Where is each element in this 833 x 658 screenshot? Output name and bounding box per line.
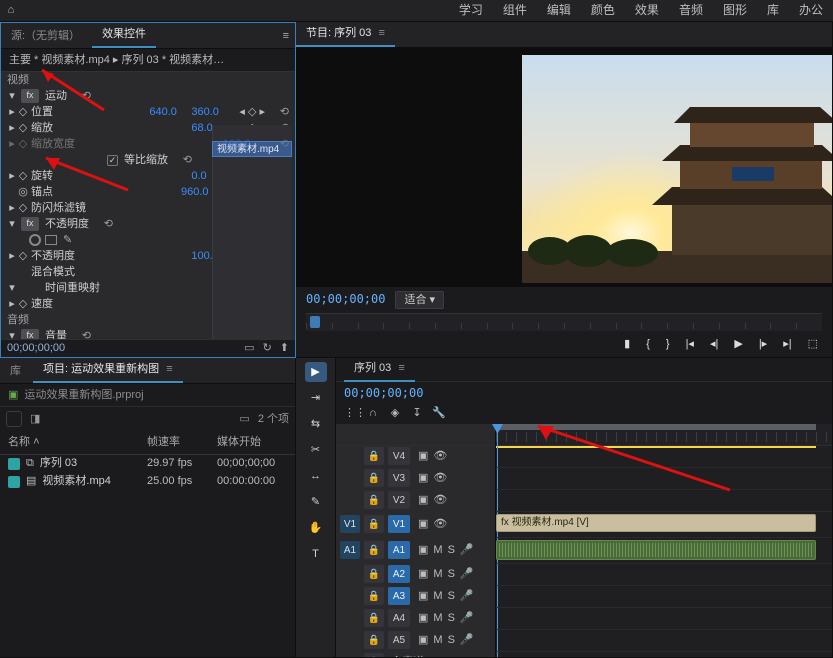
program-monitor[interactable] (522, 55, 832, 283)
step-fwd-icon[interactable]: |▸ (759, 337, 767, 351)
track-head-v1[interactable]: V1🔒V1▣👁 (336, 512, 495, 538)
track-a1[interactable] (496, 538, 832, 564)
track-head-a4[interactable]: 🔒A4▣MS🎤 (336, 608, 495, 630)
timeline-timecode[interactable]: 00;00;00;00 (344, 386, 423, 402)
tools-column: ▶ ⇥ ⇆ ✂ ↔ ✎ ✋ T (296, 358, 336, 658)
track-head-a2[interactable]: 🔒A2▣MS🎤 (336, 564, 495, 586)
item-count: 2 个项 (258, 412, 289, 426)
snap-icon[interactable]: ⋮⋮ (344, 406, 358, 420)
add-marker-icon[interactable]: ▮ (624, 337, 630, 351)
mark-in-icon[interactable]: { (646, 337, 650, 351)
track-head-master[interactable]: 🔒主声道▸M (336, 652, 495, 658)
track-head-v4[interactable]: 🔒V4▣👁 (336, 446, 495, 468)
rect-mask-icon[interactable] (45, 235, 57, 245)
go-in-icon[interactable]: |◂ (686, 337, 694, 351)
track-v1[interactable]: fx 视频素材.mp4 [V] (496, 512, 832, 538)
project-filename: 运动效果重新构图.prproj (24, 388, 143, 402)
new-bin-icon[interactable]: ▭ (239, 412, 249, 426)
marker-icon[interactable]: ◈ (388, 406, 402, 420)
insert-icon[interactable]: ↧ (410, 406, 424, 420)
timeline-tab[interactable]: 序列 03 ≡ (344, 358, 415, 382)
uniform-scale-checkbox[interactable] (107, 155, 118, 166)
hand-tool-icon[interactable]: ✋ (305, 518, 327, 538)
project-panel: 库 项目: 运动效果重新构图 ≡ ▣ 运动效果重新构图.prproj ◨ ▭ 2… (0, 358, 296, 658)
go-out-icon[interactable]: ▸| (783, 337, 791, 351)
track-header: 🔒V4▣👁 🔒V3▣👁 🔒V2▣👁 V1🔒V1▣👁 A1🔒A1▣MS🎤 🔒A2▣… (336, 424, 496, 658)
tab-program[interactable]: 节目: 序列 03 ≡ (296, 22, 395, 47)
effect-controls-panel: 源:（无剪辑） 效果控件 ≡ 主要 * 视频素材.mp4 ▸ 序列 03 * 视… (0, 22, 296, 358)
menu-editing[interactable]: 编辑 (537, 3, 581, 19)
transport-bar: ▮ { } |◂ ◂| ▶ |▸ ▸| ⬚ (296, 331, 832, 357)
ec-motion[interactable]: ▾fx运动 ⟲ (1, 88, 295, 104)
type-tool-icon[interactable]: T (305, 544, 327, 564)
ripple-tool-icon[interactable]: ⇆ (305, 414, 327, 434)
project-search[interactable] (6, 411, 22, 427)
sequence-icon: ⧉ (26, 456, 34, 470)
play-icon[interactable]: ▶ (734, 337, 742, 351)
program-timecode[interactable]: 00;00;00;00 (306, 292, 385, 308)
ec-export-icon[interactable]: ⬆ (280, 341, 289, 355)
ec-timecode: 00;00;00;00 (7, 341, 65, 355)
clip-audio[interactable] (496, 540, 816, 560)
prop-position[interactable]: ▸◇ 位置 640.0 360.0 ◂ ◇ ▸⟲ (1, 104, 295, 120)
step-back-icon[interactable]: ◂| (710, 337, 718, 351)
tab-source[interactable]: 源:（无剪辑） (1, 24, 90, 48)
menu-learn[interactable]: 学习 (449, 3, 493, 19)
program-monitor-panel: 节目: 序列 03 ≡ (296, 22, 833, 358)
track-head-v2[interactable]: 🔒V2▣👁 (336, 490, 495, 512)
project-row-clip[interactable]: ▤视频素材.mp4 25.00 fps 00:00:00:00 (0, 473, 295, 491)
selection-tool-icon[interactable]: ▶ (305, 362, 327, 382)
sort-asc-icon[interactable]: ˄ (33, 436, 39, 448)
eye-icon[interactable]: 👁 (433, 449, 447, 463)
filter-icon[interactable]: ◨ (30, 412, 40, 426)
ec-video-section: 视频 (7, 73, 29, 87)
panel-menu-icon[interactable]: ≡ (283, 29, 289, 43)
ellipse-mask-icon[interactable] (29, 234, 41, 246)
ec-audio-section: 音频 (7, 313, 29, 327)
timeline-tracks[interactable]: fx 视频素材.mp4 [V] (496, 424, 832, 658)
clip-video[interactable]: fx 视频素材.mp4 [V] (496, 514, 816, 532)
track-head-a1[interactable]: A1🔒A1▣MS🎤 (336, 538, 495, 564)
menu-more[interactable]: 办公 (789, 3, 833, 19)
track-select-tool-icon[interactable]: ⇥ (305, 388, 327, 408)
label-color (8, 476, 20, 488)
menu-assembly[interactable]: 组件 (493, 3, 537, 19)
toggle-output-icon[interactable]: ▣ (418, 449, 428, 463)
menu-graphics[interactable]: 图形 (713, 3, 757, 19)
timeline-panel: ▶ ⇥ ⇆ ✂ ↔ ✎ ✋ T 序列 03 ≡ 00;00;00;00 ⋮⋮ ∩ (296, 358, 833, 658)
ec-loop-icon[interactable]: ↻ (263, 341, 272, 355)
pen-mask-icon[interactable]: ✎ (63, 233, 72, 247)
menu-libraries[interactable]: 库 (757, 3, 789, 19)
program-ruler[interactable] (306, 313, 822, 331)
project-icon: ▣ (8, 388, 18, 402)
mark-out-icon[interactable]: } (666, 337, 670, 351)
app-menubar: ⌂ 学习 组件 编辑 颜色 效果 音频 图形 库 办公 (0, 0, 833, 22)
label-color (8, 458, 20, 470)
track-head-a5[interactable]: 🔒A5▣MS🎤 (336, 630, 495, 652)
prop-scale-width: ▸◇ 缩放宽度 100.0 ⟲ (1, 136, 295, 152)
tab-libraries[interactable]: 库 (0, 359, 31, 383)
menu-audio[interactable]: 音频 (669, 3, 713, 19)
lock-icon[interactable]: 🔒 (364, 447, 384, 465)
razor-tool-icon[interactable]: ✂ (305, 440, 327, 460)
track-head-a3[interactable]: 🔒A3▣MS🎤 (336, 586, 495, 608)
project-row-sequence[interactable]: ⧉序列 03 29.97 fps 00;00;00;00 (0, 455, 295, 473)
slip-tool-icon[interactable]: ↔ (305, 466, 327, 486)
lift-icon[interactable]: ⬚ (808, 337, 818, 351)
ec-breadcrumb: 主要 * 视频素材.mp4 ▸ 序列 03 * 视频素材… (1, 49, 295, 72)
timeline-ruler[interactable] (496, 424, 832, 446)
link-icon[interactable]: ∩ (366, 406, 380, 420)
tab-project[interactable]: 项目: 运动效果重新构图 ≡ (33, 358, 183, 383)
pen-tool-icon[interactable]: ✎ (305, 492, 327, 512)
track-head-v3[interactable]: 🔒V3▣👁 (336, 468, 495, 490)
video-clip-icon: ▤ (26, 474, 36, 488)
wrench-icon[interactable]: 🔧 (432, 406, 446, 420)
tab-effect-controls[interactable]: 效果控件 (92, 22, 156, 48)
ec-zoom-icon[interactable]: ▭ (244, 341, 254, 355)
zoom-fit-select[interactable]: 适合 ▾ (395, 291, 444, 309)
home-icon[interactable]: ⌂ (0, 0, 22, 22)
menu-color[interactable]: 颜色 (581, 3, 625, 19)
menu-effects[interactable]: 效果 (625, 3, 669, 19)
